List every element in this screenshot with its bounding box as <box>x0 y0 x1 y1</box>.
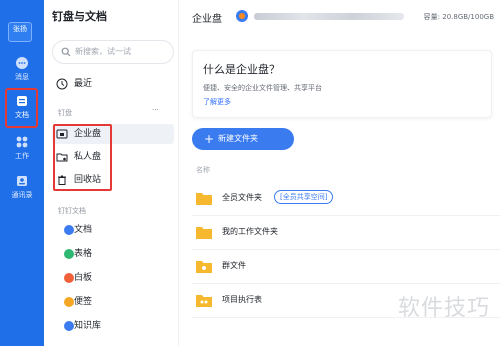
column-name-header: 名称 <box>196 166 210 174</box>
doc-app-icon <box>64 225 74 235</box>
apps-icon <box>16 136 28 148</box>
new-folder-label: 新建文件夹 <box>218 134 258 143</box>
rail-item-work[interactable]: 工作 <box>0 135 44 161</box>
section-disk: 钉盘 <box>58 109 72 117</box>
folder-icon <box>196 227 212 239</box>
nav-sheet[interactable]: 表格 <box>52 244 174 264</box>
new-folder-button[interactable]: + 新建文件夹 <box>192 128 294 150</box>
nav-recent[interactable]: 最近 <box>52 74 174 94</box>
capacity-label: 容量: 20.8GB/100GB <box>423 13 494 21</box>
rail-item-messages[interactable]: 消息 <box>0 56 44 82</box>
card-description: 便捷、安全的企业文件管理、共享平台 <box>203 84 322 92</box>
docs-highlight-box <box>5 88 38 128</box>
disk-highlight-box <box>53 124 112 191</box>
whiteboard-app-icon <box>64 273 74 283</box>
rail-label: 工作 <box>15 152 29 160</box>
notes-app-icon <box>64 297 74 307</box>
row-name: 群文件 <box>222 261 246 270</box>
card-title: 什么是企业盘？ <box>203 63 280 76</box>
contacts-icon <box>17 176 27 186</box>
rail-label: 通讯录 <box>11 191 33 199</box>
nav-whiteboard[interactable]: 白板 <box>52 268 174 288</box>
nav-doc[interactable]: 文档 <box>52 220 174 240</box>
knowledge-app-icon <box>64 321 74 331</box>
nav-label: 表格 <box>74 249 93 259</box>
group-folder-icon <box>196 261 212 273</box>
rail-item-contacts[interactable]: 通讯录 <box>0 174 44 200</box>
row-name: 我的工作文件夹 <box>222 227 278 236</box>
nav-label: 白板 <box>74 273 93 283</box>
clock-icon <box>56 78 68 90</box>
search-input[interactable]: 新搜索，试一试 <box>52 40 174 64</box>
project-folder-icon <box>196 295 212 307</box>
search-icon <box>61 47 71 57</box>
sheet-app-icon <box>64 249 74 259</box>
avatar[interactable]: 张扬 <box>8 22 32 42</box>
nav-knowledge-base[interactable]: 知识库 <box>52 316 174 336</box>
rail-label: 消息 <box>15 73 29 81</box>
sidebar-title: 钉盘与文档 <box>52 10 107 23</box>
chat-icon <box>16 57 28 69</box>
table-row[interactable]: 群文件 <box>192 250 500 284</box>
section-docs: 钉钉文档 <box>58 207 86 215</box>
search-placeholder: 新搜索，试一试 <box>75 47 131 56</box>
learn-more-link[interactable]: 了解更多 <box>203 97 231 107</box>
table-row[interactable]: 我的工作文件夹 <box>192 216 500 250</box>
plus-icon: + <box>204 132 215 146</box>
nav-label: 文档 <box>74 225 93 235</box>
shared-space-tag: [全员共享空间] <box>274 190 334 204</box>
row-name: 项目执行表 <box>222 295 262 304</box>
blurred-org-name <box>254 13 404 20</box>
folder-icon <box>196 193 212 205</box>
nav-label: 便签 <box>74 297 93 307</box>
row-name: 全员文件夹 <box>222 193 262 202</box>
more-icon[interactable]: ··· <box>152 106 159 114</box>
page-title: 企业盘 <box>192 14 222 25</box>
nav-notes[interactable]: 便签 <box>52 292 174 312</box>
watermark: 软件技巧 <box>397 296 490 321</box>
nav-label: 最近 <box>74 79 93 89</box>
table-row[interactable]: 全员文件夹 [全员共享空间] <box>192 182 500 216</box>
nav-label: 知识库 <box>74 321 102 331</box>
org-logo-icon <box>236 10 248 22</box>
app-rail: 张扬 消息 文档 工作 通讯录 <box>0 0 44 346</box>
intro-card: 什么是企业盘？ 便捷、安全的企业文件管理、共享平台 了解更多 <box>192 50 492 118</box>
